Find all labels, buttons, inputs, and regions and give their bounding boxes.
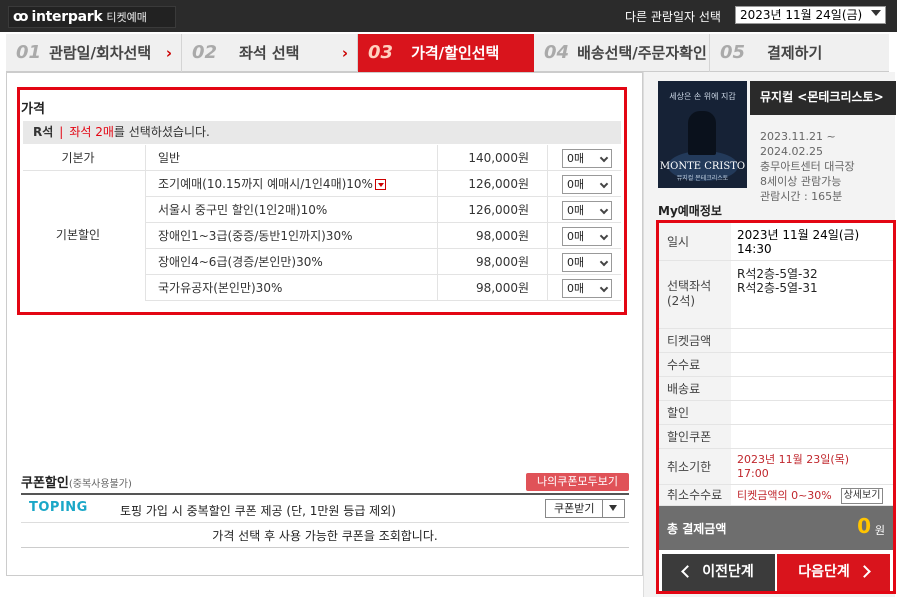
divider	[21, 522, 629, 523]
quantity-select[interactable]: 0매	[562, 227, 612, 246]
chevron-down-icon	[599, 283, 609, 293]
grade-summary: R석 | 좌석 2매를 선택하셨습니다.	[23, 121, 621, 144]
cancel-fee-detail-button[interactable]: 상세보기	[841, 488, 883, 504]
step-1-label: 관람일/회차선택	[49, 44, 152, 62]
price-amount: 140,000원	[437, 145, 529, 171]
quantity-select[interactable]: 0매	[562, 201, 612, 220]
price-row: 국가유공자(본인만)30% 98,000원 0매	[145, 275, 621, 301]
step-3-active[interactable]: 03 가격/할인선택	[358, 34, 534, 72]
dropdown-arrow-icon	[871, 10, 881, 16]
summary-row-ticket-amount: 티켓금액	[659, 329, 893, 353]
info-dropdown-icon[interactable]	[374, 179, 386, 190]
summary-row-delivery: 배송료	[659, 377, 893, 401]
main-panel: 가격 R석 | 좌석 2매를 선택하셨습니다. 기본가 일반 140,000원 0매…	[6, 72, 643, 576]
summary-row-datetime: 일시 2023년 11월 24일(금) 14:30	[659, 223, 893, 261]
discount-category: 기본할인	[55, 228, 101, 242]
show-poster[interactable]: 세상은 손 위에 지갑 MONTE CRISTO 뮤지컬 몬테크리스토	[658, 81, 747, 188]
view-my-coupons-button[interactable]: 나의쿠폰모두보기	[526, 473, 629, 491]
price-amount: 98,000원	[437, 223, 529, 249]
chevron-down-icon	[599, 179, 609, 189]
price-amount: 126,000원	[437, 171, 529, 197]
seat-item: R석2층-5열-31	[737, 281, 818, 295]
date-select[interactable]: 2023년 11월 24일(금)	[735, 6, 886, 24]
show-title: 뮤지컬 <몬테크리스토>	[760, 90, 884, 104]
booking-summary-panel: 세상은 손 위에 지갑 MONTE CRISTO 뮤지컬 몬테크리스토 뮤지컬 …	[643, 72, 896, 597]
download-icon	[602, 500, 624, 517]
step-2-label: 좌석 선택	[239, 44, 300, 62]
chevron-right-icon	[857, 564, 871, 578]
step-3-label: 가격/할인선택	[411, 44, 500, 62]
summary-highlight-frame: 일시 2023년 11월 24일(금) 14:30 선택좌석 (2석) R석2층-5…	[656, 220, 896, 594]
previous-step-button[interactable]: 이전단계	[662, 554, 775, 591]
total-payment: 총 결제금액 0 원	[659, 506, 893, 550]
chevron-down-icon	[599, 231, 609, 241]
price-name: 조기예매(10.15까지 예매시/1인4매)10%	[158, 177, 373, 191]
summary-row-seats: 선택좌석 (2석) R석2층-5열-32 R석2층-5열-31	[659, 261, 893, 329]
summary-row-cancel-deadline: 취소기한 2023년 11월 23일(목) 17:00	[659, 449, 893, 485]
figure-silhouette-icon	[688, 111, 716, 155]
price-amount: 126,000원	[437, 197, 529, 223]
person-icon: ꝏ	[13, 9, 29, 25]
price-name: 국가유공자(본인만)30%	[145, 275, 445, 301]
price-row: 기본가 일반 140,000원 0매	[23, 145, 621, 171]
summary-row-discount: 할인	[659, 401, 893, 425]
divider	[21, 493, 629, 495]
summary-row-fee: 수수료	[659, 353, 893, 377]
toping-logo: TOPING	[29, 500, 88, 515]
price-amount: 98,000원	[437, 275, 529, 301]
base-price-category: 기본가	[61, 151, 95, 165]
coupon-description: 토핑 가입 시 중복할인 쿠폰 제공 (단, 1만원 등급 제외)	[120, 504, 396, 518]
quantity-select[interactable]: 0매	[562, 253, 612, 272]
selected-count: 좌석 2매	[69, 125, 114, 139]
price-name: 서울시 중구민 할인(1인2매)10%	[145, 197, 445, 223]
next-step-button[interactable]: 다음단계	[777, 554, 890, 591]
price-name: 장애인1~3급(중증/동반1인까지)30%	[145, 223, 445, 249]
price-name: 일반	[145, 145, 445, 171]
step-bar: 01 관람일/회차선택 › 02 좌석 선택 › 03 가격/할인선택 04 배송선택/…	[6, 34, 889, 72]
chevron-down-icon	[599, 257, 609, 267]
get-coupon-button[interactable]: 쿠폰받기	[545, 499, 625, 518]
show-meta: 2023.11.21 ~ 2024.02.25 충무아트센터 대극장 8세이상 …	[760, 130, 855, 203]
top-bar: ꝏ interpark 티켓예매 다른 관람일자 선택 2023년 11월 24일(…	[0, 0, 897, 32]
price-row: 조기예매(10.15까지 예매시/1인4매)10% 126,000원 0매	[145, 171, 621, 197]
quantity-select[interactable]: 0매	[562, 279, 612, 298]
summary-row-discount-coupon: 할인쿠폰	[659, 425, 893, 449]
total-amount: 0	[857, 514, 871, 538]
quantity-select[interactable]: 0매	[562, 175, 612, 194]
chevron-down-icon	[599, 205, 609, 215]
divider	[21, 547, 629, 548]
step-1[interactable]: 01 관람일/회차선택 ›	[6, 34, 182, 72]
chevron-left-icon	[681, 564, 695, 578]
date-select-value: 2023년 11월 24일(금)	[740, 8, 863, 22]
other-date-label: 다른 관람일자 선택	[625, 10, 721, 24]
step-5[interactable]: 05 결제하기	[710, 34, 889, 72]
step-5-label: 결제하기	[767, 44, 823, 62]
price-row: 장애인1~3급(중증/동반1인까지)30% 98,000원 0매	[145, 223, 621, 249]
chevron-right-icon: ›	[341, 44, 348, 62]
coupon-section-title: 쿠폰할인(중복사용불가)	[21, 476, 132, 491]
price-row: 장애인4~6급(경증/본인만)30% 98,000원 0매	[145, 249, 621, 275]
price-section-title: 가격	[21, 102, 45, 117]
chevron-right-icon: ›	[165, 44, 172, 62]
price-name: 장애인4~6급(경증/본인만)30%	[145, 249, 445, 275]
step-2[interactable]: 02 좌석 선택 ›	[182, 34, 358, 72]
step-4-label: 배송선택/주문자확인	[577, 44, 707, 62]
interpark-ticket-logo[interactable]: ꝏ interpark 티켓예매	[8, 6, 176, 28]
step-4[interactable]: 04 배송선택/주문자확인	[534, 34, 710, 72]
seat-grade: R석	[33, 125, 54, 139]
price-row: 서울시 중구민 할인(1인2매)10% 126,000원 0매	[145, 197, 621, 223]
seat-item: R석2층-5열-32	[737, 267, 818, 281]
coupon-info-text: 가격 선택 후 사용 가능한 쿠폰을 조회합니다.	[212, 529, 438, 543]
quantity-select[interactable]: 0매	[562, 149, 612, 168]
chevron-down-icon	[599, 153, 609, 163]
my-booking-title: My예매정보	[658, 204, 722, 218]
price-amount: 98,000원	[437, 249, 529, 275]
